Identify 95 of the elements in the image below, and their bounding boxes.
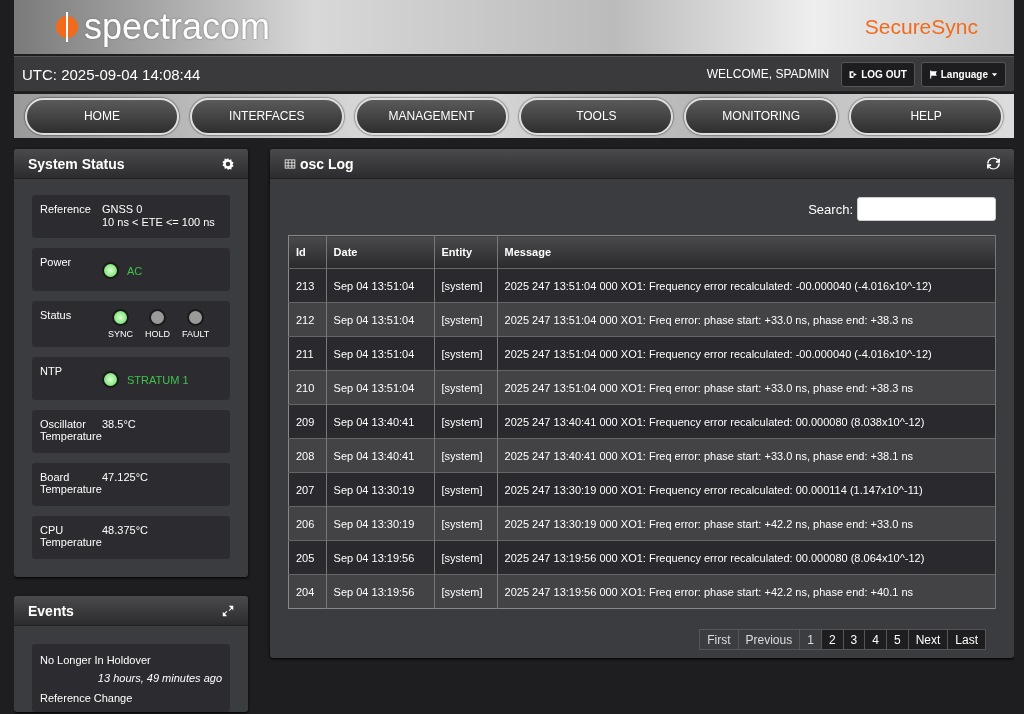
column-header[interactable]: Id (288, 235, 327, 269)
nav-button[interactable]: MANAGEMENT (354, 97, 509, 135)
table-cell: 210 (288, 370, 327, 405)
table-cell: Sep 04 13:30:19 (326, 472, 434, 507)
table-cell: [system] (434, 438, 498, 473)
panel-title: Events (28, 602, 74, 619)
led-label: FAULT (182, 329, 210, 339)
status-value: STRATUM 1 (127, 373, 189, 386)
table-cell: Sep 04 13:19:56 (326, 540, 434, 575)
flag-icon (928, 69, 938, 79)
nav-button[interactable]: INTERFACES (189, 97, 344, 135)
status-label: NTP (40, 365, 63, 379)
table-cell: Sep 04 13:51:04 (326, 370, 434, 405)
caret-icon (991, 70, 998, 78)
table-cell: 204 (288, 574, 327, 609)
table-cell: [system] (434, 336, 498, 371)
table-cell: Sep 04 13:40:41 (326, 404, 434, 439)
nav-button[interactable]: TOOLS (519, 97, 674, 135)
table-cell: Sep 04 13:51:04 (326, 336, 434, 371)
status-value: 48.375°C (102, 524, 148, 536)
table-cell: 2025 247 13:51:04 000 XO1: Freq error: phase start: +33.0 ns, phase end: +38.3 ns (497, 302, 996, 337)
led-label: SYNC (108, 329, 133, 339)
logo-text: spectracom (84, 6, 271, 48)
table-cell: 2025 247 13:40:41 000 XO1: Freq error: phase start: +33.0 ns, phase end: +38.1 ns (497, 438, 996, 473)
settings-icon (222, 157, 234, 170)
table-cell: Sep 04 13:40:41 (326, 438, 434, 473)
event-name: Reference Change (40, 692, 134, 704)
table-icon (284, 157, 296, 170)
table-cell: 207 (288, 472, 327, 507)
language-button[interactable]: Language (920, 61, 1006, 87)
status-label: Board Temperature (40, 471, 102, 497)
status-value: 47.125°C (102, 471, 148, 483)
expand-icon (222, 604, 234, 617)
status-value: AC (127, 264, 143, 277)
table-cell: [system] (434, 404, 498, 439)
table-cell: 2025 247 13:40:41 000 XO1: Frequency error recalculated: 00.000080 (8.038x10^-12) (497, 404, 996, 439)
refresh-icon (987, 157, 1000, 170)
status-label: Reference (40, 203, 92, 217)
table-cell: 2025 247 13:19:56 000 XO1: Frequency error recalculated: 00.000080 (8.064x10^-12) (497, 540, 996, 575)
table-cell: 209 (288, 404, 327, 439)
table-cell: 211 (288, 336, 327, 371)
table-cell: [system] (434, 540, 498, 575)
table-cell: [system] (434, 302, 498, 337)
event-name: No Longer In Holdover (40, 654, 152, 666)
status-label: Oscillator Temperature (40, 418, 102, 444)
table-cell: [system] (434, 370, 498, 405)
page-button[interactable]: Next (907, 629, 949, 650)
table-cell: 2025 247 13:51:04 000 XO1: Frequency error recalculated: -00.000040 (-4.016x10^-12) (497, 268, 996, 303)
table-cell: 213 (288, 268, 327, 303)
table-cell: 205 (288, 540, 327, 575)
status-value: 10 ns < ETE <= 100 ns (102, 216, 215, 228)
table-cell: Sep 04 13:19:56 (326, 574, 434, 609)
nav-button[interactable]: HOME (25, 97, 179, 135)
table-cell: 2025 247 13:51:04 000 XO1: Freq error: phase start: +33.0 ns, phase end: +38.3 ns (497, 370, 996, 405)
search-field[interactable] (857, 197, 996, 221)
table-cell: 2025 247 13:51:04 000 XO1: Frequency error recalculated: -00.000040 (-4.016x10^-12) (497, 336, 996, 371)
status-label: Status (40, 309, 73, 323)
event-time: 13 hours, 49 minutes ago (96, 672, 222, 684)
product-name: SecureSync (864, 15, 978, 39)
status-value: GNSS 0 (102, 203, 143, 215)
table-cell: [system] (434, 268, 498, 303)
page-button[interactable]: Last (947, 629, 986, 650)
table-cell: 206 (288, 506, 327, 541)
table-cell: [system] (434, 506, 498, 541)
nav-button[interactable]: MONITORING (684, 97, 839, 135)
page-button[interactable]: 5 (885, 629, 909, 650)
page-button[interactable]: 4 (864, 629, 887, 650)
page-button[interactable]: 2 (820, 629, 844, 650)
panel-title: System Status (28, 155, 125, 172)
welcome-text: WELCOME, SPADMIN (706, 67, 830, 81)
search-label: Search: (808, 201, 853, 217)
page-button[interactable]: 1 (799, 629, 822, 650)
table-cell: Sep 04 13:51:04 (326, 302, 434, 337)
table-cell: 208 (288, 438, 327, 473)
table-cell: 2025 247 13:30:19 000 XO1: Frequency error recalculated: 00.000114 (1.147x10^-11) (497, 472, 996, 507)
table-cell: [system] (434, 472, 498, 507)
utc-clock: UTC: 2025-09-04 14:08:44 (22, 65, 202, 83)
logout-icon (849, 69, 859, 79)
status-label: Power (40, 256, 73, 270)
logout-button[interactable]: LOG OUT (841, 61, 915, 87)
nav-button[interactable]: HELP (849, 97, 1003, 135)
status-value: 38.5°C (102, 418, 136, 430)
panel-title: osc Log (300, 155, 354, 172)
logo-mark-icon (54, 10, 80, 44)
table-cell: Sep 04 13:30:19 (326, 506, 434, 541)
led-label: HOLD (145, 329, 171, 339)
status-label: CPU Temperature (40, 524, 102, 550)
column-header[interactable]: Entity (434, 235, 498, 269)
column-header[interactable]: Date (326, 235, 434, 269)
table-cell: 2025 247 13:30:19 000 XO1: Freq error: phase start: +42.2 ns, phase end: +33.0 ns (497, 506, 996, 541)
column-header[interactable]: Message (497, 235, 996, 269)
table-cell: Sep 04 13:51:04 (326, 268, 434, 303)
table-cell: 212 (288, 302, 327, 337)
table-cell: 2025 247 13:19:56 000 XO1: Freq error: phase start: +42.2 ns, phase end: +40.1 ns (497, 574, 996, 609)
table-cell: [system] (434, 574, 498, 609)
